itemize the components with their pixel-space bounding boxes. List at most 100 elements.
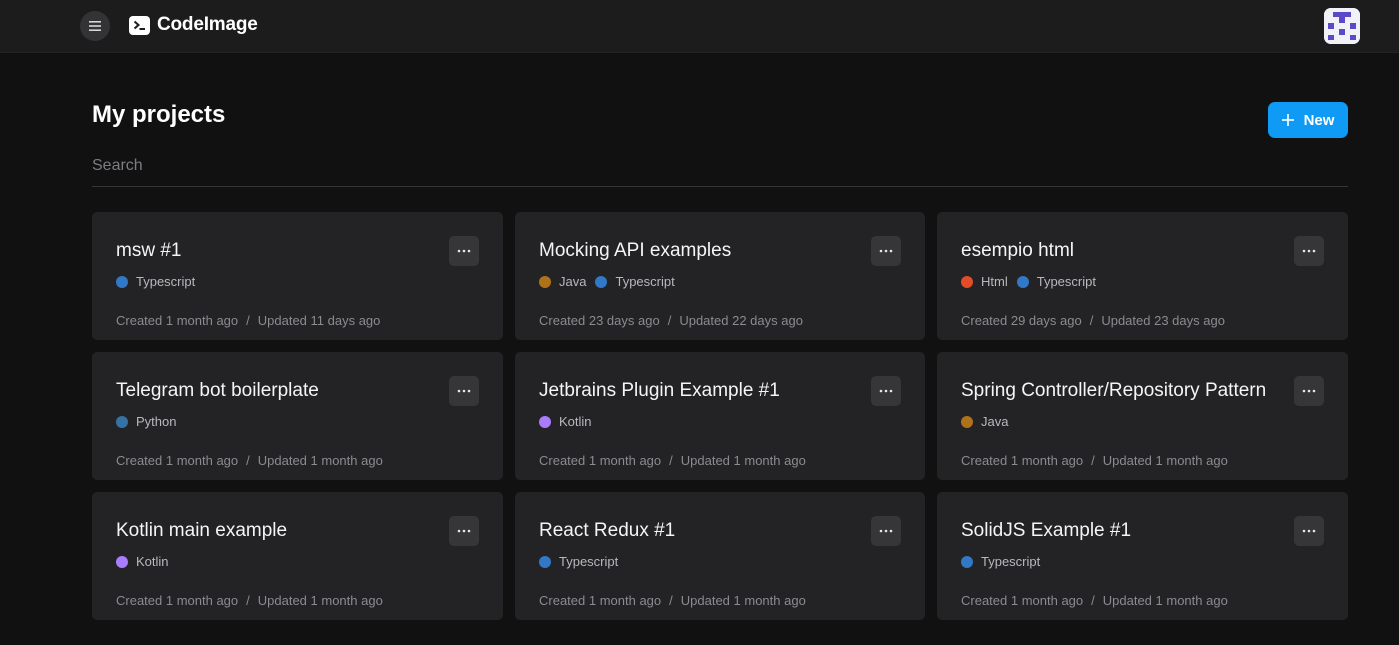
language-name: Kotlin bbox=[559, 414, 592, 429]
project-dates: Created 1 month ago / Updated 1 month ago bbox=[539, 453, 806, 468]
date-separator: / bbox=[669, 453, 673, 468]
project-title: Telegram bot boilerplate bbox=[116, 380, 319, 401]
app-name: CodeImage bbox=[157, 14, 258, 35]
language-name: Java bbox=[559, 274, 587, 289]
language-color-dot bbox=[961, 415, 973, 428]
language-tag: Typescript bbox=[116, 274, 195, 289]
language-list: Typescript bbox=[539, 554, 627, 569]
project-options-button[interactable] bbox=[871, 516, 901, 546]
more-horizontal-icon bbox=[879, 249, 893, 253]
more-horizontal-icon bbox=[457, 389, 471, 393]
plus-icon bbox=[1281, 114, 1294, 126]
date-separator: / bbox=[1091, 453, 1095, 468]
project-options-button[interactable] bbox=[1294, 236, 1324, 266]
created-date: Created 23 days ago bbox=[539, 313, 660, 328]
project-options-button[interactable] bbox=[871, 236, 901, 266]
project-title: msw #1 bbox=[116, 240, 182, 261]
language-list: Java bbox=[961, 414, 1017, 429]
project-options-button[interactable] bbox=[449, 516, 479, 546]
language-list: Kotlin bbox=[539, 414, 601, 429]
date-separator: / bbox=[246, 313, 250, 328]
language-tag: Python bbox=[116, 414, 176, 429]
language-tag: Java bbox=[961, 414, 1008, 429]
language-list: Python bbox=[116, 414, 185, 429]
project-options-button[interactable] bbox=[1294, 516, 1324, 546]
search-bar bbox=[92, 150, 1348, 187]
updated-date: Updated 1 month ago bbox=[680, 593, 806, 608]
language-list: Kotlin bbox=[116, 554, 178, 569]
project-dates: Created 1 month ago / Updated 1 month ago bbox=[539, 593, 806, 608]
projects-grid: msw #1 Typescript Created 1 month ago / Upda… bbox=[92, 212, 1348, 620]
project-card[interactable]: React Redux #1 Typescript Created 1 month … bbox=[515, 492, 925, 620]
project-title: Mocking API examples bbox=[539, 240, 732, 261]
created-date: Created 1 month ago bbox=[961, 453, 1084, 468]
language-color-dot bbox=[961, 555, 973, 568]
project-card[interactable]: Telegram bot boilerplate Python Created 1 … bbox=[92, 352, 503, 480]
date-separator: / bbox=[667, 313, 672, 328]
language-color-dot bbox=[539, 555, 551, 568]
project-dates: Created 1 month ago / Updated 1 month ago bbox=[961, 453, 1228, 468]
updated-date: Updated 22 days ago bbox=[679, 313, 803, 328]
language-name: Typescript bbox=[1036, 274, 1096, 289]
top-bar: CodeImage bbox=[0, 0, 1399, 53]
created-date: Created 1 month ago bbox=[539, 593, 662, 608]
project-card[interactable]: Spring Controller/Repository Pattern Java… bbox=[937, 352, 1348, 480]
language-tag: Typescript bbox=[595, 274, 675, 289]
created-date: Created 1 month ago bbox=[539, 453, 662, 468]
hamburger-icon bbox=[89, 21, 101, 31]
created-date: Created 1 month ago bbox=[116, 313, 239, 328]
language-tag: Typescript bbox=[961, 554, 1040, 569]
language-list: Typescript bbox=[961, 554, 1049, 569]
more-horizontal-icon bbox=[1302, 389, 1316, 393]
language-list: Java Typescript bbox=[539, 274, 684, 289]
language-name: Typescript bbox=[981, 554, 1041, 569]
new-button-label: New bbox=[1303, 111, 1335, 129]
date-separator: / bbox=[1091, 593, 1095, 608]
new-project-button[interactable]: New bbox=[1268, 102, 1348, 138]
user-avatar[interactable] bbox=[1324, 8, 1360, 44]
more-horizontal-icon bbox=[457, 529, 471, 533]
created-date: Created 29 days ago bbox=[961, 313, 1082, 328]
more-horizontal-icon bbox=[1302, 529, 1316, 533]
language-tag: Kotlin bbox=[116, 554, 169, 569]
project-options-button[interactable] bbox=[449, 376, 479, 406]
updated-date: Updated 23 days ago bbox=[1101, 313, 1225, 328]
updated-date: Updated 1 month ago bbox=[257, 453, 383, 468]
menu-button[interactable] bbox=[80, 11, 110, 41]
more-horizontal-icon bbox=[879, 389, 893, 393]
project-options-button[interactable] bbox=[1294, 376, 1324, 406]
project-options-button[interactable] bbox=[449, 236, 479, 266]
project-title: Kotlin main example bbox=[116, 520, 288, 541]
project-card[interactable]: Mocking API examples Java Typescript Create… bbox=[515, 212, 925, 340]
language-color-dot bbox=[1016, 275, 1029, 288]
language-tag: Kotlin bbox=[539, 414, 592, 429]
created-date: Created 1 month ago bbox=[116, 453, 239, 468]
language-color-dot bbox=[116, 275, 128, 288]
search-input[interactable] bbox=[92, 150, 1348, 182]
language-list: Typescript bbox=[116, 274, 204, 289]
project-dates: Created 1 month ago / Updated 1 month ago bbox=[961, 593, 1228, 608]
page-title: My projects bbox=[92, 101, 226, 128]
project-card[interactable]: msw #1 Typescript Created 1 month ago / Upda… bbox=[92, 212, 503, 340]
project-card[interactable]: Kotlin main example Kotlin Created 1 month… bbox=[92, 492, 503, 620]
date-separator: / bbox=[246, 453, 250, 468]
project-dates: Created 1 month ago / Updated 1 month ago bbox=[116, 453, 383, 468]
project-title: Jetbrains Plugin Example #1 bbox=[539, 380, 780, 401]
updated-date: Updated 1 month ago bbox=[1102, 453, 1228, 468]
language-tag: Typescript bbox=[539, 554, 618, 569]
project-card[interactable]: Jetbrains Plugin Example #1 Kotlin Created… bbox=[515, 352, 925, 480]
pixel-avatar-icon bbox=[1324, 8, 1360, 44]
created-date: Created 1 month ago bbox=[116, 593, 239, 608]
language-name: Python bbox=[136, 414, 177, 429]
project-card[interactable]: SolidJS Example #1 Typescript Created 1 mo… bbox=[937, 492, 1348, 620]
project-options-button[interactable] bbox=[871, 376, 901, 406]
app-logo[interactable]: CodeImage bbox=[129, 14, 258, 36]
language-name: Html bbox=[981, 274, 1008, 289]
date-separator: / bbox=[1089, 313, 1094, 328]
language-tag: Typescript bbox=[1016, 274, 1096, 289]
language-name: Typescript bbox=[559, 554, 619, 569]
project-dates: Created 23 days ago / Updated 22 days ago bbox=[539, 313, 803, 328]
project-card[interactable]: esempio html Html Typescript Created 29 day… bbox=[937, 212, 1348, 340]
language-name: Java bbox=[981, 414, 1009, 429]
project-title: SolidJS Example #1 bbox=[961, 520, 1132, 541]
